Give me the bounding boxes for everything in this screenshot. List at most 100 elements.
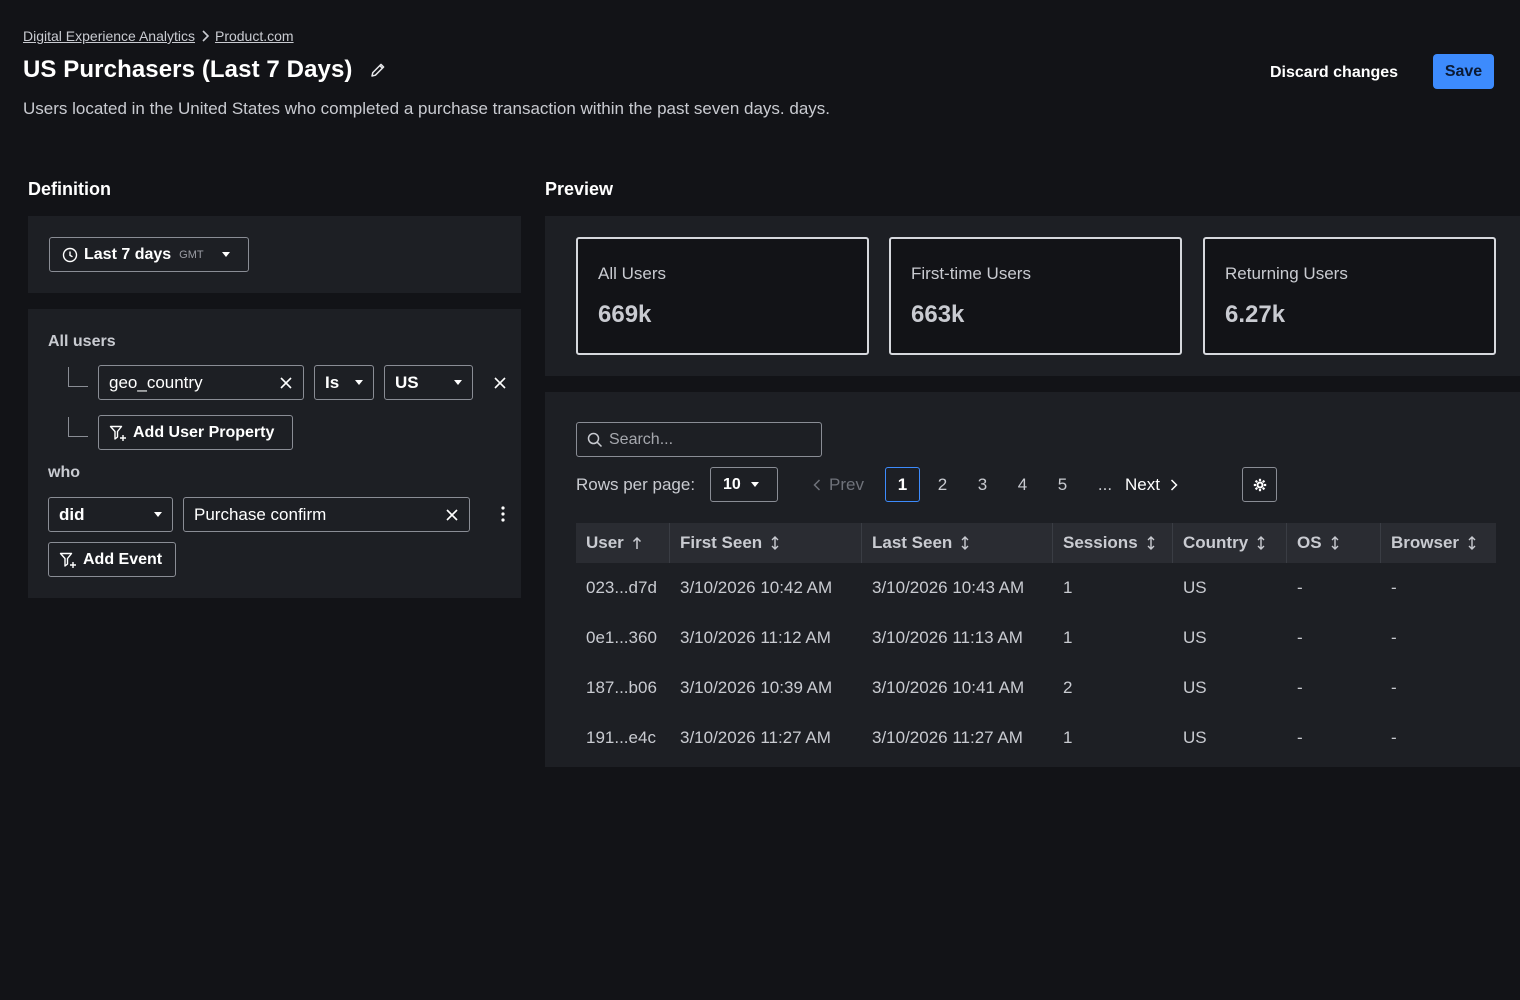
column-label: Browser <box>1391 533 1460 552</box>
breadcrumb-link-root[interactable]: Digital Experience Analytics <box>23 28 195 44</box>
metric-label: First-time Users <box>911 264 1031 283</box>
pagination: Prev 1 2 3 4 5 ... Next <box>813 467 1178 502</box>
add-user-property-label: Add User Property <box>133 423 275 441</box>
all-users-label: All users <box>48 333 116 350</box>
tree-connector <box>68 367 88 387</box>
sort-icon <box>1468 536 1476 550</box>
event-field[interactable]: Purchase confirm <box>183 497 470 532</box>
column-header-os[interactable]: OS <box>1287 523 1381 563</box>
rows-per-page-label: Rows per page: <box>576 475 696 494</box>
cell-os: - <box>1297 728 1303 747</box>
column-label: First Seen <box>680 533 763 552</box>
operator-dropdown[interactable]: Is <box>314 365 374 400</box>
gear-icon <box>1253 478 1267 492</box>
users-table: User First Seen Last Seen Sessions Count… <box>576 523 1496 763</box>
breadcrumb-link-current[interactable]: Product.com <box>215 28 294 44</box>
table-row[interactable]: 187...b06 3/10/2026 10:39 AM 3/10/2026 1… <box>576 663 1496 713</box>
date-range-dropdown[interactable]: Last 7 days GMT <box>49 237 249 272</box>
rows-per-page-value: 10 <box>723 475 741 493</box>
page-button-4[interactable]: 4 <box>1005 467 1040 502</box>
breadcrumb: Digital Experience Analytics Product.com <box>23 28 294 44</box>
column-header-last-seen[interactable]: Last Seen <box>862 523 1053 563</box>
search-input[interactable] <box>609 430 809 449</box>
more-options-icon[interactable] <box>498 505 508 523</box>
cell-user: 023...d7d <box>586 578 657 597</box>
search-box <box>576 422 822 457</box>
event-name: Purchase confirm <box>194 504 327 524</box>
cell-last-seen: 3/10/2026 11:27 AM <box>872 728 1023 747</box>
column-label: Last Seen <box>872 533 953 552</box>
clear-event-icon[interactable] <box>445 508 459 522</box>
date-range-label: Last 7 days <box>84 245 172 263</box>
chevron-right-icon <box>200 30 210 42</box>
event-verb-dropdown[interactable]: did <box>48 497 173 532</box>
table-row[interactable]: 0e1...360 3/10/2026 11:12 AM 3/10/2026 1… <box>576 613 1496 663</box>
cell-country: US <box>1183 728 1207 747</box>
column-header-user[interactable]: User <box>576 523 670 563</box>
column-header-first-seen[interactable]: First Seen <box>670 523 862 563</box>
column-header-browser[interactable]: Browser <box>1381 523 1496 563</box>
event-verb: did <box>59 504 85 524</box>
sort-icon <box>1147 536 1155 550</box>
caret-down-icon <box>355 380 363 385</box>
property-value: US <box>395 372 419 392</box>
column-label: Country <box>1183 533 1249 552</box>
filter-add-icon <box>59 551 77 569</box>
sort-icon <box>771 536 779 550</box>
metric-value: 663k <box>911 301 965 328</box>
column-label: OS <box>1297 533 1322 552</box>
pencil-icon[interactable] <box>369 61 387 79</box>
preview-heading: Preview <box>545 179 614 199</box>
timezone-label: GMT <box>179 248 204 261</box>
column-header-sessions[interactable]: Sessions <box>1053 523 1173 563</box>
caret-down-icon <box>221 252 230 257</box>
add-user-property-button[interactable]: Add User Property <box>98 415 293 450</box>
property-value-dropdown[interactable]: US <box>384 365 473 400</box>
discard-changes-button[interactable]: Discard changes <box>1270 60 1398 86</box>
caret-down-icon <box>454 380 462 385</box>
table-row[interactable]: 191...e4c 3/10/2026 11:27 AM 3/10/2026 1… <box>576 713 1496 763</box>
property-field[interactable]: geo_country <box>98 365 304 400</box>
cell-first-seen: 3/10/2026 11:12 AM <box>680 628 831 647</box>
add-event-button[interactable]: Add Event <box>48 542 176 577</box>
save-button[interactable]: Save <box>1433 54 1494 89</box>
column-header-country[interactable]: Country <box>1173 523 1287 563</box>
cell-browser: - <box>1391 578 1397 597</box>
pagination-ellipsis: ... <box>1097 474 1113 494</box>
next-page-button[interactable]: Next <box>1125 475 1178 495</box>
segment-definition-panel: All users geo_country Is US Add User Pro… <box>28 309 521 598</box>
cell-first-seen: 3/10/2026 11:27 AM <box>680 728 831 747</box>
page-button-3[interactable]: 3 <box>965 467 1000 502</box>
metric-value: 669k <box>598 301 652 328</box>
cell-country: US <box>1183 678 1207 697</box>
metric-label: All Users <box>598 264 667 283</box>
page-title: US Purchasers (Last 7 Days) <box>23 56 353 83</box>
table-header: User First Seen Last Seen Sessions Count… <box>576 523 1496 563</box>
column-label: Sessions <box>1063 533 1138 552</box>
caret-down-icon <box>154 512 162 517</box>
table-row[interactable]: 023...d7d 3/10/2026 10:42 AM 3/10/2026 1… <box>576 563 1496 613</box>
search-icon <box>587 432 603 448</box>
page-button-1[interactable]: 1 <box>885 467 920 502</box>
who-label: who <box>48 464 80 481</box>
metric-value: 6.27k <box>1225 301 1286 328</box>
cell-os: - <box>1297 628 1303 647</box>
rows-per-page-dropdown[interactable]: 10 <box>710 467 778 502</box>
cell-browser: - <box>1391 628 1397 647</box>
page-button-5[interactable]: 5 <box>1045 467 1080 502</box>
remove-filter-icon[interactable] <box>493 376 507 390</box>
next-page-label: Next <box>1125 474 1160 494</box>
page-button-2[interactable]: 2 <box>925 467 960 502</box>
clear-property-icon[interactable] <box>279 376 293 390</box>
metric-card-all-users: All Users 669k <box>576 237 869 355</box>
metric-card-first-time-users: First-time Users 663k <box>889 237 1182 355</box>
metrics-panel: All Users 669k First-time Users 663k Ret… <box>545 216 1520 376</box>
metric-card-returning-users: Returning Users 6.27k <box>1203 237 1496 355</box>
prev-page-button[interactable]: Prev <box>813 475 885 495</box>
filter-add-icon <box>109 424 127 442</box>
cell-last-seen: 3/10/2026 11:13 AM <box>872 628 1023 647</box>
add-event-label: Add Event <box>83 550 163 568</box>
prev-page-label: Prev <box>829 474 864 494</box>
table-settings-button[interactable] <box>1242 467 1277 502</box>
operator-value: Is <box>325 372 340 392</box>
